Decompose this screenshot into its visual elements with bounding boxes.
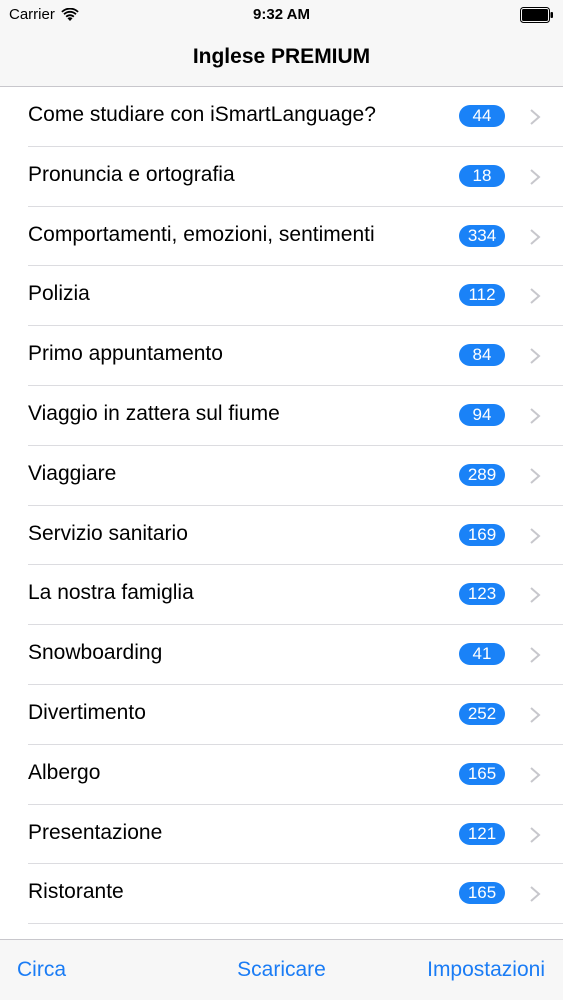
count-badge: 169 <box>459 523 505 546</box>
status-time: 9:32 AM <box>253 6 310 23</box>
count-badge: 165 <box>459 762 505 785</box>
list-item[interactable]: Primo appuntamento 84 <box>28 326 563 386</box>
list-item-label: Polizia <box>28 282 90 306</box>
list-item[interactable]: Presentazione 121 <box>28 805 563 865</box>
list-item-label: Presentazione <box>28 820 163 844</box>
list-item-label: Viaggio in zattera sul fiume <box>28 401 280 425</box>
list-item-label: Viaggiare <box>28 461 117 485</box>
chevron-right-icon <box>530 527 541 544</box>
count-badge: 252 <box>459 702 505 725</box>
list-item-label: Pronuncia e ortografia <box>28 162 235 186</box>
chevron-right-icon <box>530 826 541 843</box>
chevron-right-icon <box>530 288 541 305</box>
count-badge: 123 <box>459 583 505 606</box>
list-item-label: Servizio sanitario <box>28 521 188 545</box>
list-item[interactable]: Albergo 165 <box>28 745 563 805</box>
chevron-right-icon <box>530 109 541 125</box>
chevron-right-icon <box>530 587 541 604</box>
count-badge: 94 <box>459 403 505 426</box>
count-badge: 44 <box>459 105 505 127</box>
list-item-label: La nostra famiglia <box>28 581 194 605</box>
count-badge: 84 <box>459 344 505 367</box>
list-item[interactable]: Servizio sanitario 169 <box>28 506 563 566</box>
chevron-right-icon <box>530 228 541 245</box>
page-title: Inglese PREMIUM <box>192 45 371 68</box>
chevron-right-icon <box>530 767 541 783</box>
list-item[interactable]: Comportamenti, emozioni, sentimenti 334 <box>28 207 563 267</box>
chevron-right-icon <box>530 886 541 903</box>
tab-impostazioni[interactable]: Impostazioni <box>427 958 545 982</box>
list-item[interactable]: Come studiare con iSmartLanguage? 44 <box>28 87 563 147</box>
list-item[interactable]: Polizia 112 <box>28 266 563 327</box>
list-item[interactable]: La nostra famiglia 123 <box>28 565 563 626</box>
count-badge: 289 <box>459 463 505 486</box>
chevron-right-icon <box>530 468 541 484</box>
count-badge: 334 <box>459 224 505 247</box>
count-badge: 18 <box>459 164 505 187</box>
list-item-label: Come studiare con iSmartLanguage? <box>28 103 376 126</box>
count-badge: 165 <box>459 882 505 905</box>
count-badge: 112 <box>459 284 505 307</box>
list-item[interactable]: Snowboarding 41 <box>28 625 563 685</box>
list-item[interactable]: Ristorante 165 <box>28 864 563 925</box>
topic-list[interactable]: Come studiare con iSmartLanguage? 44 Pro… <box>0 87 563 939</box>
list-item[interactable]: Pronuncia e ortografia 18 <box>28 147 563 207</box>
chevron-right-icon <box>530 169 541 185</box>
tab-bar: Circa Scaricare Impostazioni <box>0 939 563 1000</box>
list-item[interactable]: Viaggio in zattera sul fiume 94 <box>28 386 563 446</box>
battery-icon <box>520 7 553 23</box>
chevron-right-icon <box>530 707 541 723</box>
list-item-label: Ristorante <box>28 880 124 904</box>
list-item[interactable]: Divertimento 252 <box>28 685 563 745</box>
count-badge: 41 <box>459 643 505 666</box>
status-bar: Carrier 9:32 AM <box>0 0 563 30</box>
chevron-right-icon <box>530 647 541 663</box>
list-item-label: Primo appuntamento <box>28 342 223 366</box>
chevron-right-icon <box>530 348 541 364</box>
navigation-bar: Inglese PREMIUM <box>0 30 563 87</box>
list-item-label: Albergo <box>28 760 101 784</box>
app-screen: Carrier 9:32 AM Inglese PREMIUM Come stu… <box>0 0 563 1000</box>
list-item[interactable]: Viaggiare 289 <box>28 446 563 506</box>
list-item-label: Divertimento <box>28 700 146 724</box>
list-item-label: Snowboarding <box>28 641 163 665</box>
list-item-label: Comportamenti, emozioni, sentimenti <box>28 222 375 246</box>
chevron-right-icon <box>530 408 541 424</box>
count-badge: 121 <box>459 822 505 845</box>
